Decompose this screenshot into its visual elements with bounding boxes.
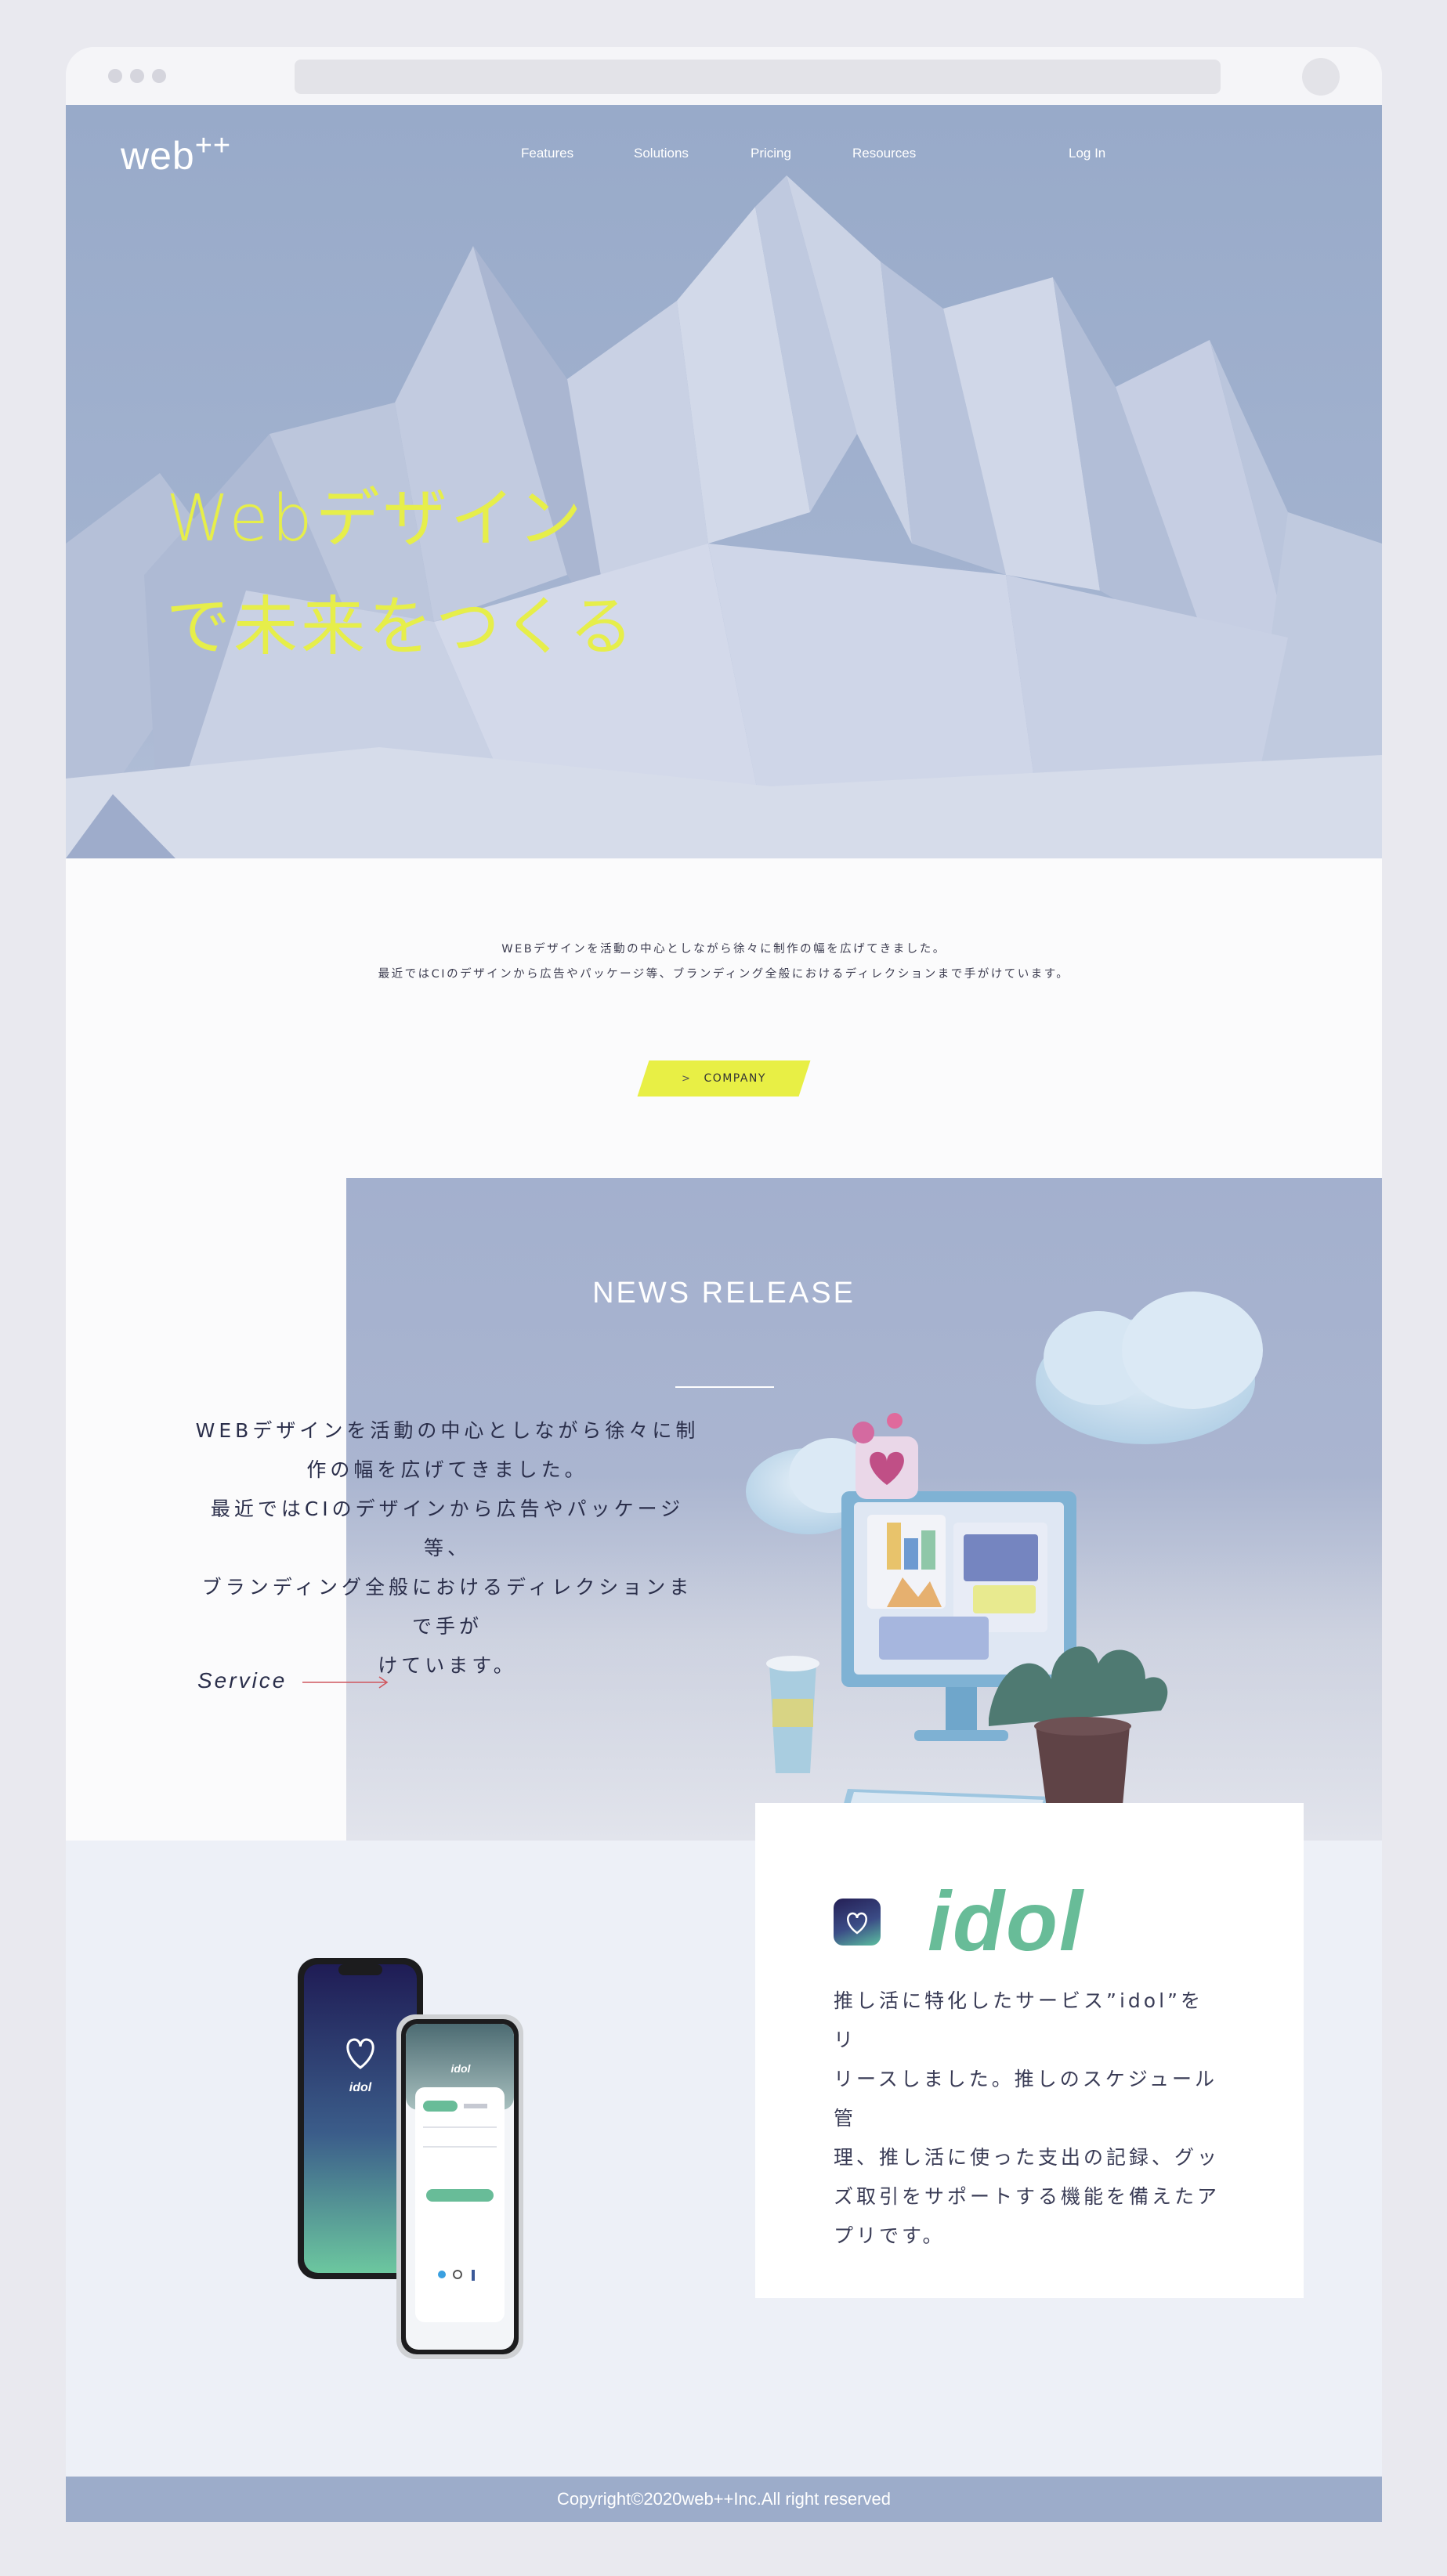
main-nav: Features Solutions Pricing Resources Log…: [66, 146, 1382, 169]
idol-description: 推し活に特化したサービス”idol”をリ リースしました。推しのスケジュール管 …: [834, 1982, 1225, 2256]
hero-heading-line: Webデザイン: [166, 482, 585, 556]
browser-window: web++ Features Solutions Pricing Resourc…: [66, 47, 1382, 2522]
idol-app-icon[interactable]: [834, 1899, 881, 1946]
company-button-label: COMPANY: [704, 1072, 766, 1085]
intro-text: WEBデザインを活動の中心としながら徐々に制作の幅を広げてきました。 最近ではC…: [66, 937, 1382, 987]
news-description: WEBデザインを活動の中心としながら徐々に制 作の幅を広げてきました。 最近では…: [193, 1411, 702, 1685]
idol-card: idol 推し活に特化したサービス”idol”をリ リースしました。推しのスケジ…: [755, 1803, 1304, 2298]
window-control-dot[interactable]: [152, 69, 166, 83]
news-line: WEBデザインを活動の中心としながら徐々に制: [195, 1419, 700, 1442]
hero-heading-line: で未来をつくる: [166, 590, 637, 664]
news-release-section: NEWS RELEASE WEBデザインを活動の中心としながら徐々に制 作の幅を…: [66, 1178, 1382, 1841]
arrow-right-icon[interactable]: [302, 1675, 390, 1690]
phone-app-label: idol: [451, 2062, 472, 2075]
intro-line: WEBデザインを活動の中心としながら徐々に制作の幅を広げてきました。: [501, 943, 946, 956]
idol-line: リースしました。推しのスケジュール管: [834, 2068, 1218, 2130]
idol-line: 推し活に特化したサービス”idol”をリ: [834, 1989, 1203, 2051]
address-bar[interactable]: [295, 60, 1221, 94]
news-title: NEWS RELEASE: [592, 1277, 856, 1310]
hero-section: web++ Features Solutions Pricing Resourc…: [66, 105, 1382, 858]
news-line: 作の幅を広げてきました。: [306, 1458, 588, 1481]
nav-link-features[interactable]: Features: [521, 146, 573, 161]
browser-chrome: [66, 47, 1382, 105]
company-button-content: > COMPANY: [643, 1060, 805, 1097]
idol-line: ズ取引をサポートする機能を備えたア: [834, 2185, 1221, 2208]
nav-link-resources[interactable]: Resources: [852, 146, 916, 161]
idol-app-name: idol: [928, 1873, 1084, 1968]
hero-heading: Webデザイン で未来をつくる: [166, 465, 636, 681]
intro-line: 最近ではCIのデザインから広告やパッケージ等、ブランディング全般におけるディレク…: [378, 968, 1070, 981]
login-link[interactable]: Log In: [1069, 146, 1105, 161]
copyright-text: Copyright©2020web++Inc.All right reserve…: [557, 2489, 891, 2509]
phone-app-label: idol: [349, 2081, 372, 2094]
news-line: 最近ではCIのデザインから広告やパッケージ等、: [210, 1498, 685, 1559]
idol-line: プリです。: [834, 2224, 946, 2247]
window-control-dot[interactable]: [130, 69, 144, 83]
service-link[interactable]: Service: [197, 1668, 287, 1693]
nav-link-pricing[interactable]: Pricing: [751, 146, 791, 161]
phone-mockup-image: idol idol: [298, 1958, 523, 2359]
profile-avatar[interactable]: [1302, 58, 1340, 96]
nav-link-solutions[interactable]: Solutions: [634, 146, 689, 161]
heart-icon: [847, 1912, 867, 1935]
chevron-right-icon: >: [682, 1072, 692, 1085]
news-title-underline: [675, 1386, 774, 1388]
news-line: ブランディング全般におけるディレクションまで手が: [201, 1576, 693, 1638]
idol-line: 理、推し活に使った支出の記録、グッ: [834, 2146, 1221, 2169]
idol-section: idol idol idol 推し活に特化したサービス”idol”をリ リースし…: [66, 1803, 1382, 2477]
intro-section: WEBデザインを活動の中心としながら徐々に制作の幅を広げてきました。 最近ではC…: [66, 858, 1382, 1178]
window-control-dot[interactable]: [108, 69, 122, 83]
footer: Copyright©2020web++Inc.All right reserve…: [66, 2477, 1382, 2522]
company-button[interactable]: > COMPANY: [637, 1060, 811, 1097]
